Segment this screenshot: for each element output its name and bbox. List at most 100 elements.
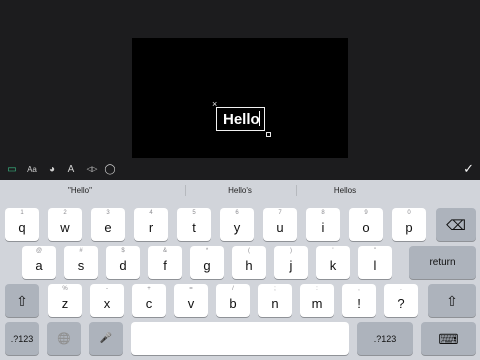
key-label: b — [229, 296, 237, 311]
key-question[interactable]: .? — [384, 284, 418, 317]
key-label: n — [271, 296, 279, 311]
key-k[interactable]: ' k — [316, 246, 350, 279]
key-alt: / — [232, 286, 234, 292]
key-label: i — [321, 220, 325, 235]
key-r[interactable]: 4r — [134, 208, 168, 241]
key-label: e — [104, 220, 112, 235]
key-label: h — [245, 258, 253, 273]
numbers-label: .?123 — [10, 333, 34, 344]
key-b[interactable]: / b — [216, 284, 250, 317]
numbers-key-left[interactable]: .?123 — [5, 322, 39, 355]
globe-icon: 🌐 — [57, 332, 71, 345]
key-g[interactable]: * g — [190, 246, 224, 279]
key-h[interactable]: (h — [232, 246, 266, 279]
key-label: d — [119, 258, 127, 273]
key-label: o — [362, 220, 370, 235]
key-exclamation[interactable]: ,! — [342, 284, 376, 317]
key-p[interactable]: 0p — [392, 208, 426, 241]
key-alt: ; — [274, 286, 276, 292]
done-check-icon[interactable]: ✓ — [463, 161, 474, 177]
microphone-icon: 🎤 — [99, 332, 113, 344]
key-alt: - — [106, 286, 108, 292]
key-label: l — [373, 258, 377, 273]
key-n[interactable]: ; n — [258, 284, 292, 317]
key-x[interactable]: -x — [90, 284, 124, 317]
text-editor: × Hello ▭ Aa ◕ A ◁▷ ◯ ✓ — [0, 0, 480, 180]
canvas[interactable]: × Hello — [132, 38, 348, 158]
key-alt: 3 — [106, 210, 110, 216]
key-label: f — [163, 258, 167, 273]
prediction-1[interactable]: "Hello" — [0, 180, 160, 201]
key-alt: 7 — [278, 210, 282, 216]
text-box[interactable]: × Hello — [212, 100, 271, 137]
resize-handle-icon[interactable] — [266, 132, 271, 137]
key-alt: 6 — [235, 210, 239, 216]
font-size-icon[interactable]: Aa — [25, 162, 39, 176]
key-label: q — [18, 220, 26, 235]
key-alt: , — [358, 286, 360, 292]
key-d[interactable]: $ d — [106, 246, 140, 279]
delete-handle-icon[interactable]: × — [212, 100, 217, 109]
key-alt: ( — [248, 248, 250, 254]
delete-key[interactable]: ⌫ — [436, 208, 476, 241]
key-label: p — [405, 220, 413, 235]
key-f[interactable]: & f — [148, 246, 182, 279]
key-y[interactable]: 6y — [220, 208, 254, 241]
text-box-content: Hello — [223, 111, 260, 128]
return-key[interactable]: return — [409, 246, 476, 279]
dismiss-keyboard-key[interactable]: ⌨ — [421, 322, 476, 355]
key-q[interactable]: 1q — [5, 208, 39, 241]
key-label: y — [233, 220, 241, 235]
key-alt: : — [316, 286, 318, 292]
key-label: m — [311, 296, 323, 311]
shift-key-right[interactable]: ⇧ — [428, 284, 476, 317]
key-alt: * — [205, 248, 209, 254]
prediction-3[interactable]: Hellos — [270, 180, 420, 201]
key-v[interactable]: = v — [174, 284, 208, 317]
key-alt: 9 — [364, 210, 368, 216]
text-style-icon[interactable]: A — [64, 162, 78, 176]
key-alt: 5 — [192, 210, 196, 216]
key-z[interactable]: % z — [48, 284, 82, 317]
keyboard-icon[interactable]: ▭ — [5, 162, 19, 176]
key-u[interactable]: 7u — [263, 208, 297, 241]
key-s[interactable]: # s — [64, 246, 98, 279]
numbers-key-right[interactable]: .?123 — [357, 322, 413, 355]
key-label: ! — [357, 296, 361, 311]
key-t[interactable]: 5t — [177, 208, 211, 241]
key-alt: 2 — [63, 210, 67, 216]
opacity-icon[interactable]: ◁▷ — [84, 162, 100, 176]
key-c[interactable]: + c — [132, 284, 166, 317]
key-alt: ' — [332, 248, 334, 254]
key-alt: + — [147, 286, 151, 292]
globe-key[interactable]: 🌐 — [47, 322, 81, 355]
key-alt: = — [189, 286, 193, 292]
key-alt: 4 — [149, 210, 153, 216]
key-i[interactable]: 8i — [306, 208, 340, 241]
key-label: a — [35, 258, 43, 273]
delete-backspace-icon: ⌫ — [446, 216, 466, 233]
key-label: s — [77, 258, 85, 273]
key-alt: $ — [121, 248, 125, 254]
key-label: ? — [397, 296, 405, 311]
key-e[interactable]: 3e — [91, 208, 125, 241]
key-label: w — [60, 220, 70, 235]
key-l[interactable]: " l — [358, 246, 392, 279]
palette-icon[interactable]: ◕ — [45, 162, 59, 176]
dictation-key[interactable]: 🎤 — [89, 322, 123, 355]
key-m[interactable]: :m — [300, 284, 334, 317]
shift-icon: ⇧ — [446, 292, 458, 309]
key-alt: 0 — [407, 210, 411, 216]
shift-key-left[interactable]: ⇧ — [5, 284, 39, 317]
key-alt: 1 — [20, 210, 24, 216]
key-a[interactable]: @ a — [22, 246, 56, 279]
key-label: c — [145, 296, 153, 311]
key-j[interactable]: ) j — [274, 246, 308, 279]
key-o[interactable]: 9o — [349, 208, 383, 241]
prediction-bar: "Hello" Hello's Hellos — [0, 180, 480, 201]
shape-icon[interactable]: ◯ — [103, 162, 117, 176]
key-label: t — [192, 220, 196, 235]
text-caret — [259, 111, 260, 126]
space-key[interactable] — [131, 322, 349, 355]
key-w[interactable]: 2w — [48, 208, 82, 241]
